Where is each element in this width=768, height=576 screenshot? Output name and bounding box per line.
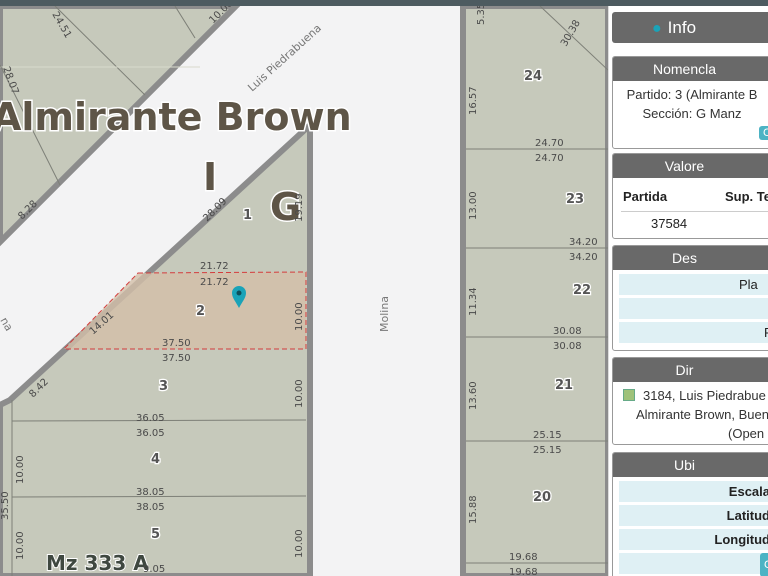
lot-number: 22 (573, 283, 591, 298)
svg-text:21.72: 21.72 (200, 277, 229, 288)
ubicacion-button[interactable]: C (760, 553, 768, 576)
latitud-row: Latitud (619, 505, 768, 527)
ubicacion-button-row: C (619, 553, 768, 576)
info-panel: ● Info Nomencla Partido: 3 (Almirante B S… (608, 6, 768, 576)
svg-text:13.60: 13.60 (468, 381, 479, 410)
escala-row: Escala (619, 481, 768, 503)
svg-text:13.00: 13.00 (468, 191, 479, 220)
lot-number: 23 (566, 192, 584, 207)
svg-text:34.20: 34.20 (569, 237, 598, 248)
seccion-text: Sección: G Manz (642, 106, 742, 121)
descripcion-row: Pla (619, 274, 768, 296)
descripcion-row (619, 298, 768, 320)
svg-text:15.88: 15.88 (468, 495, 479, 524)
svg-text:10.00: 10.00 (294, 529, 305, 558)
svg-text:38.05: 38.05 (136, 487, 165, 498)
ubicacion-section: Ubi Escala Latitud Longitud C (612, 452, 768, 576)
nomenclatura-section: Nomencla Partido: 3 (Almirante B Sección… (612, 56, 768, 149)
map-canvas[interactable]: Almirante Brown I G Mz 333 A Luis Piedra… (0, 6, 608, 576)
svg-text:19.19: 19.19 (294, 193, 305, 222)
panel-title-bar: ● Info (612, 12, 768, 43)
svg-text:16.57: 16.57 (468, 86, 479, 115)
address-line: Almirante Brown, Buen (636, 407, 768, 422)
svg-text:38.05: 38.05 (136, 502, 165, 513)
section-header: Des (613, 246, 768, 270)
svg-text:37.50: 37.50 (162, 353, 191, 364)
nomenclatura-button[interactable]: C (759, 126, 768, 140)
svg-text:19.68: 19.68 (509, 552, 538, 563)
column-header-sup-terreno: Sup. Te (725, 189, 768, 204)
svg-text:36.05: 36.05 (136, 413, 165, 424)
section-header: Nomencla (613, 57, 768, 81)
lot-number: 21 (555, 378, 573, 393)
address-line: 3184, Luis Piedrabue (643, 388, 766, 403)
municipality-label: Almirante Brown (0, 95, 352, 139)
marker-icon: ● (652, 20, 662, 37)
circ-label: I (203, 155, 217, 199)
longitud-row: Longitud (619, 529, 768, 551)
svg-text:35.50: 35.50 (0, 491, 11, 520)
section-header: Dir (613, 358, 768, 382)
street-molina: Molina (378, 296, 391, 332)
svg-text:36.05: 36.05 (136, 428, 165, 439)
lot-number: 1 (243, 208, 252, 223)
panel-title: Info (667, 18, 697, 37)
block-label: Mz 333 A (46, 551, 149, 575)
lot-number: 24 (524, 69, 542, 84)
svg-text:19.68: 19.68 (509, 567, 538, 576)
svg-text:9.05: 9.05 (143, 564, 165, 575)
svg-text:10.00: 10.00 (15, 455, 26, 484)
svg-text:24.70: 24.70 (535, 153, 564, 164)
svg-text:10.00: 10.00 (294, 379, 305, 408)
partido-text: Partido: 3 (Almirante B (626, 87, 758, 102)
svg-text:10.00: 10.00 (15, 531, 26, 560)
svg-text:37.50: 37.50 (162, 338, 191, 349)
lot-number: 5 (151, 527, 160, 542)
valores-section: Valore Partida Sup. Te 37584 (612, 153, 768, 239)
svg-text:34.20: 34.20 (569, 252, 598, 263)
direccion-section: Dir 3184, Luis Piedrabue Almirante Brown… (612, 357, 768, 445)
svg-text:25.15: 25.15 (533, 430, 562, 441)
svg-text:25.15: 25.15 (533, 445, 562, 456)
lot-number: 2 (196, 304, 205, 319)
section-header: Ubi (613, 453, 768, 477)
svg-text:11.34: 11.34 (468, 287, 479, 316)
column-header-partida: Partida (623, 189, 668, 204)
svg-text:24.70: 24.70 (535, 138, 564, 149)
lot-number: 20 (533, 490, 551, 505)
lot-number: 3 (159, 379, 168, 394)
svg-text:5.35: 5.35 (476, 6, 487, 25)
section-header: Valore (613, 154, 768, 178)
svg-text:21.72: 21.72 (200, 261, 229, 272)
svg-text:10.00: 10.00 (294, 302, 305, 331)
svg-text:30.08: 30.08 (553, 326, 582, 337)
descripcion-row: P (619, 322, 768, 344)
map-view[interactable]: Almirante Brown I G Mz 333 A Luis Piedra… (0, 6, 608, 576)
map-search-icon[interactable] (623, 389, 635, 401)
descripcion-section: Des Pla P (612, 245, 768, 351)
svg-text:30.08: 30.08 (553, 341, 582, 352)
lot-number: 4 (151, 452, 160, 467)
address-source: (Open S (728, 426, 768, 441)
partida-value: 37584 (651, 216, 688, 231)
